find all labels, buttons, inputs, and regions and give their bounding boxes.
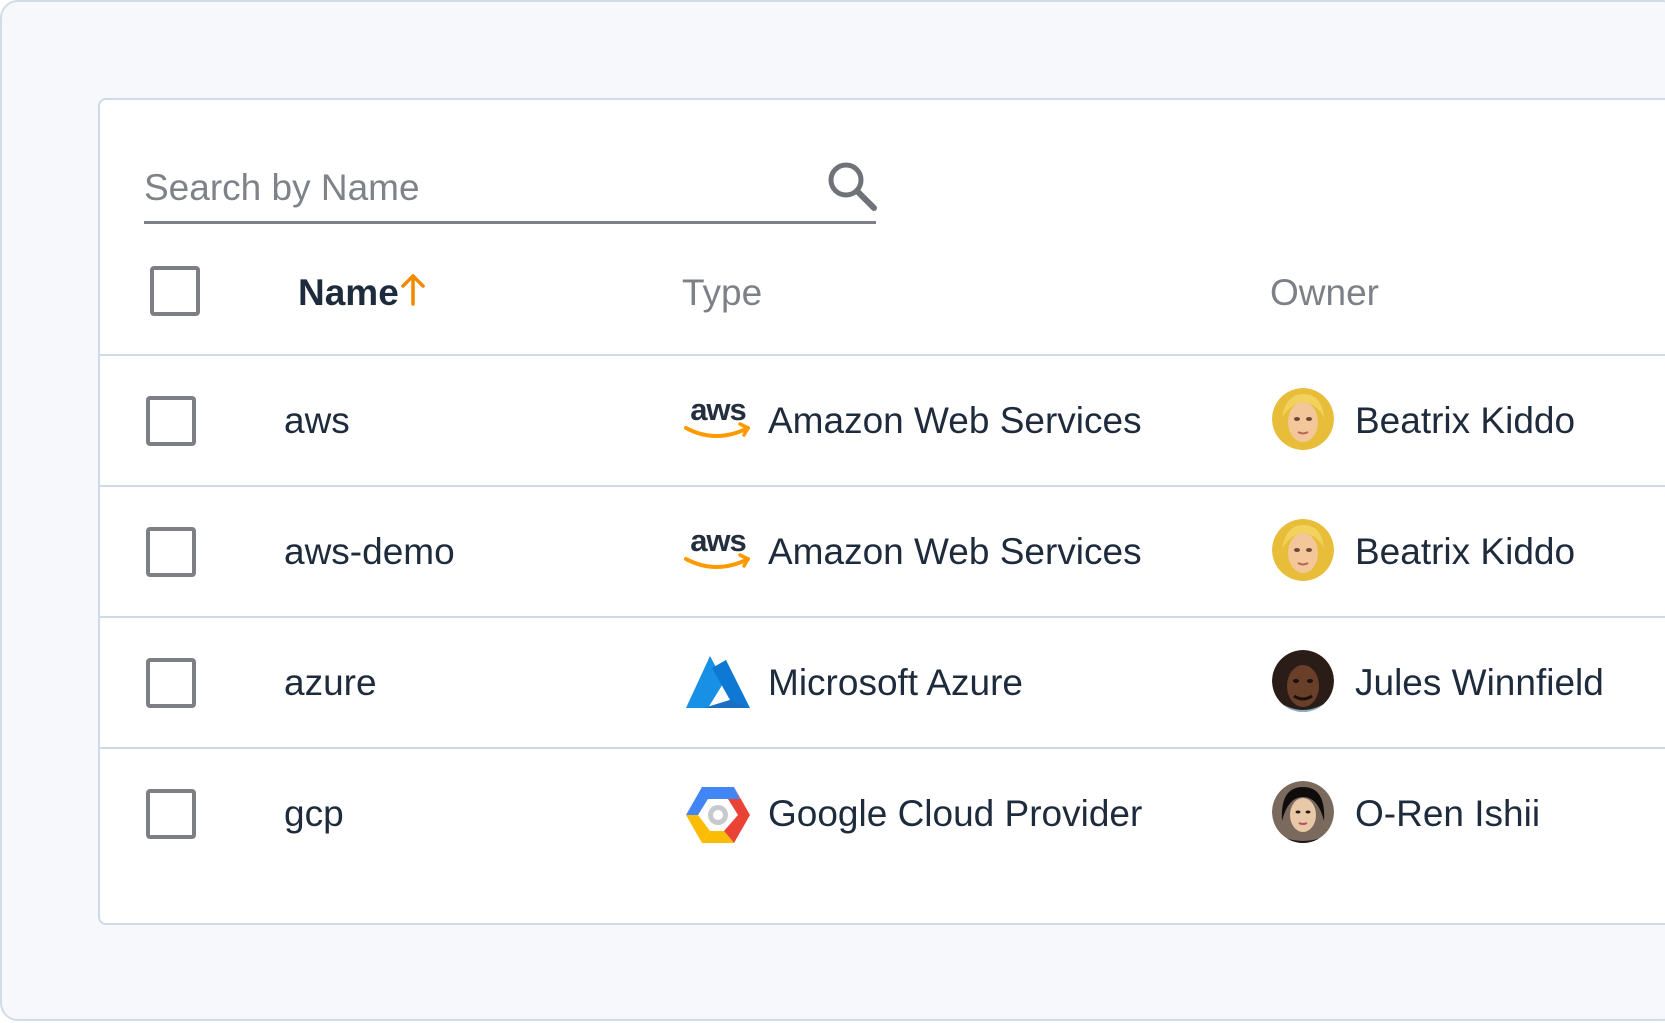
row-checkbox[interactable] — [146, 658, 196, 708]
row-checkbox[interactable] — [146, 396, 196, 446]
gcp-logo-icon — [686, 787, 750, 843]
column-header-type[interactable]: Type — [682, 272, 762, 314]
avatar — [1272, 388, 1334, 450]
column-header-name[interactable]: Name — [298, 272, 399, 314]
svg-text:aws: aws — [690, 392, 746, 427]
row-type-label: Amazon Web Services — [768, 400, 1142, 441]
accounts-table-card: Name Type Owner aws aws Amazon Web Servi… — [98, 98, 1665, 925]
row-owner-name: Beatrix Kiddo — [1355, 400, 1576, 441]
row-type-label: Amazon Web Services — [768, 531, 1142, 572]
table-row[interactable]: azure Microsoft Azure Jules Winnfield — [100, 618, 1665, 749]
azure-logo-icon — [686, 656, 750, 708]
aws-logo-icon: aws — [684, 523, 750, 569]
avatar — [1272, 519, 1334, 581]
table-row[interactable]: aws aws Amazon Web Services Beatrix Kidd… — [100, 356, 1665, 487]
row-type-label: Google Cloud Provider — [768, 793, 1143, 834]
row-checkbox[interactable] — [146, 527, 196, 577]
aws-logo-icon: aws — [684, 392, 750, 438]
row-name: gcp — [284, 793, 344, 834]
row-owner-name: Beatrix Kiddo — [1355, 531, 1576, 572]
table-row[interactable]: aws-demo aws Amazon Web Services Beatrix… — [100, 487, 1665, 618]
table-row[interactable]: gcp Google Cloud Provider O-Ren Ishii — [100, 749, 1665, 880]
select-all-checkbox[interactable] — [150, 266, 200, 316]
avatar — [1272, 650, 1334, 712]
app-frame: Name Type Owner aws aws Amazon Web Servi… — [0, 0, 1665, 1021]
row-owner-name: Jules Winnfield — [1355, 662, 1604, 703]
row-name: azure — [284, 662, 377, 703]
table-header-row: Name Type Owner — [100, 100, 1665, 356]
sort-ascending-icon[interactable] — [398, 270, 428, 310]
row-owner-name: O-Ren Ishii — [1355, 793, 1541, 834]
row-name: aws — [284, 400, 350, 441]
svg-text:aws: aws — [690, 523, 746, 558]
row-checkbox[interactable] — [146, 789, 196, 839]
column-header-owner[interactable]: Owner — [1270, 272, 1379, 314]
avatar — [1272, 781, 1334, 843]
row-name: aws-demo — [284, 531, 455, 572]
row-type-label: Microsoft Azure — [768, 662, 1023, 703]
